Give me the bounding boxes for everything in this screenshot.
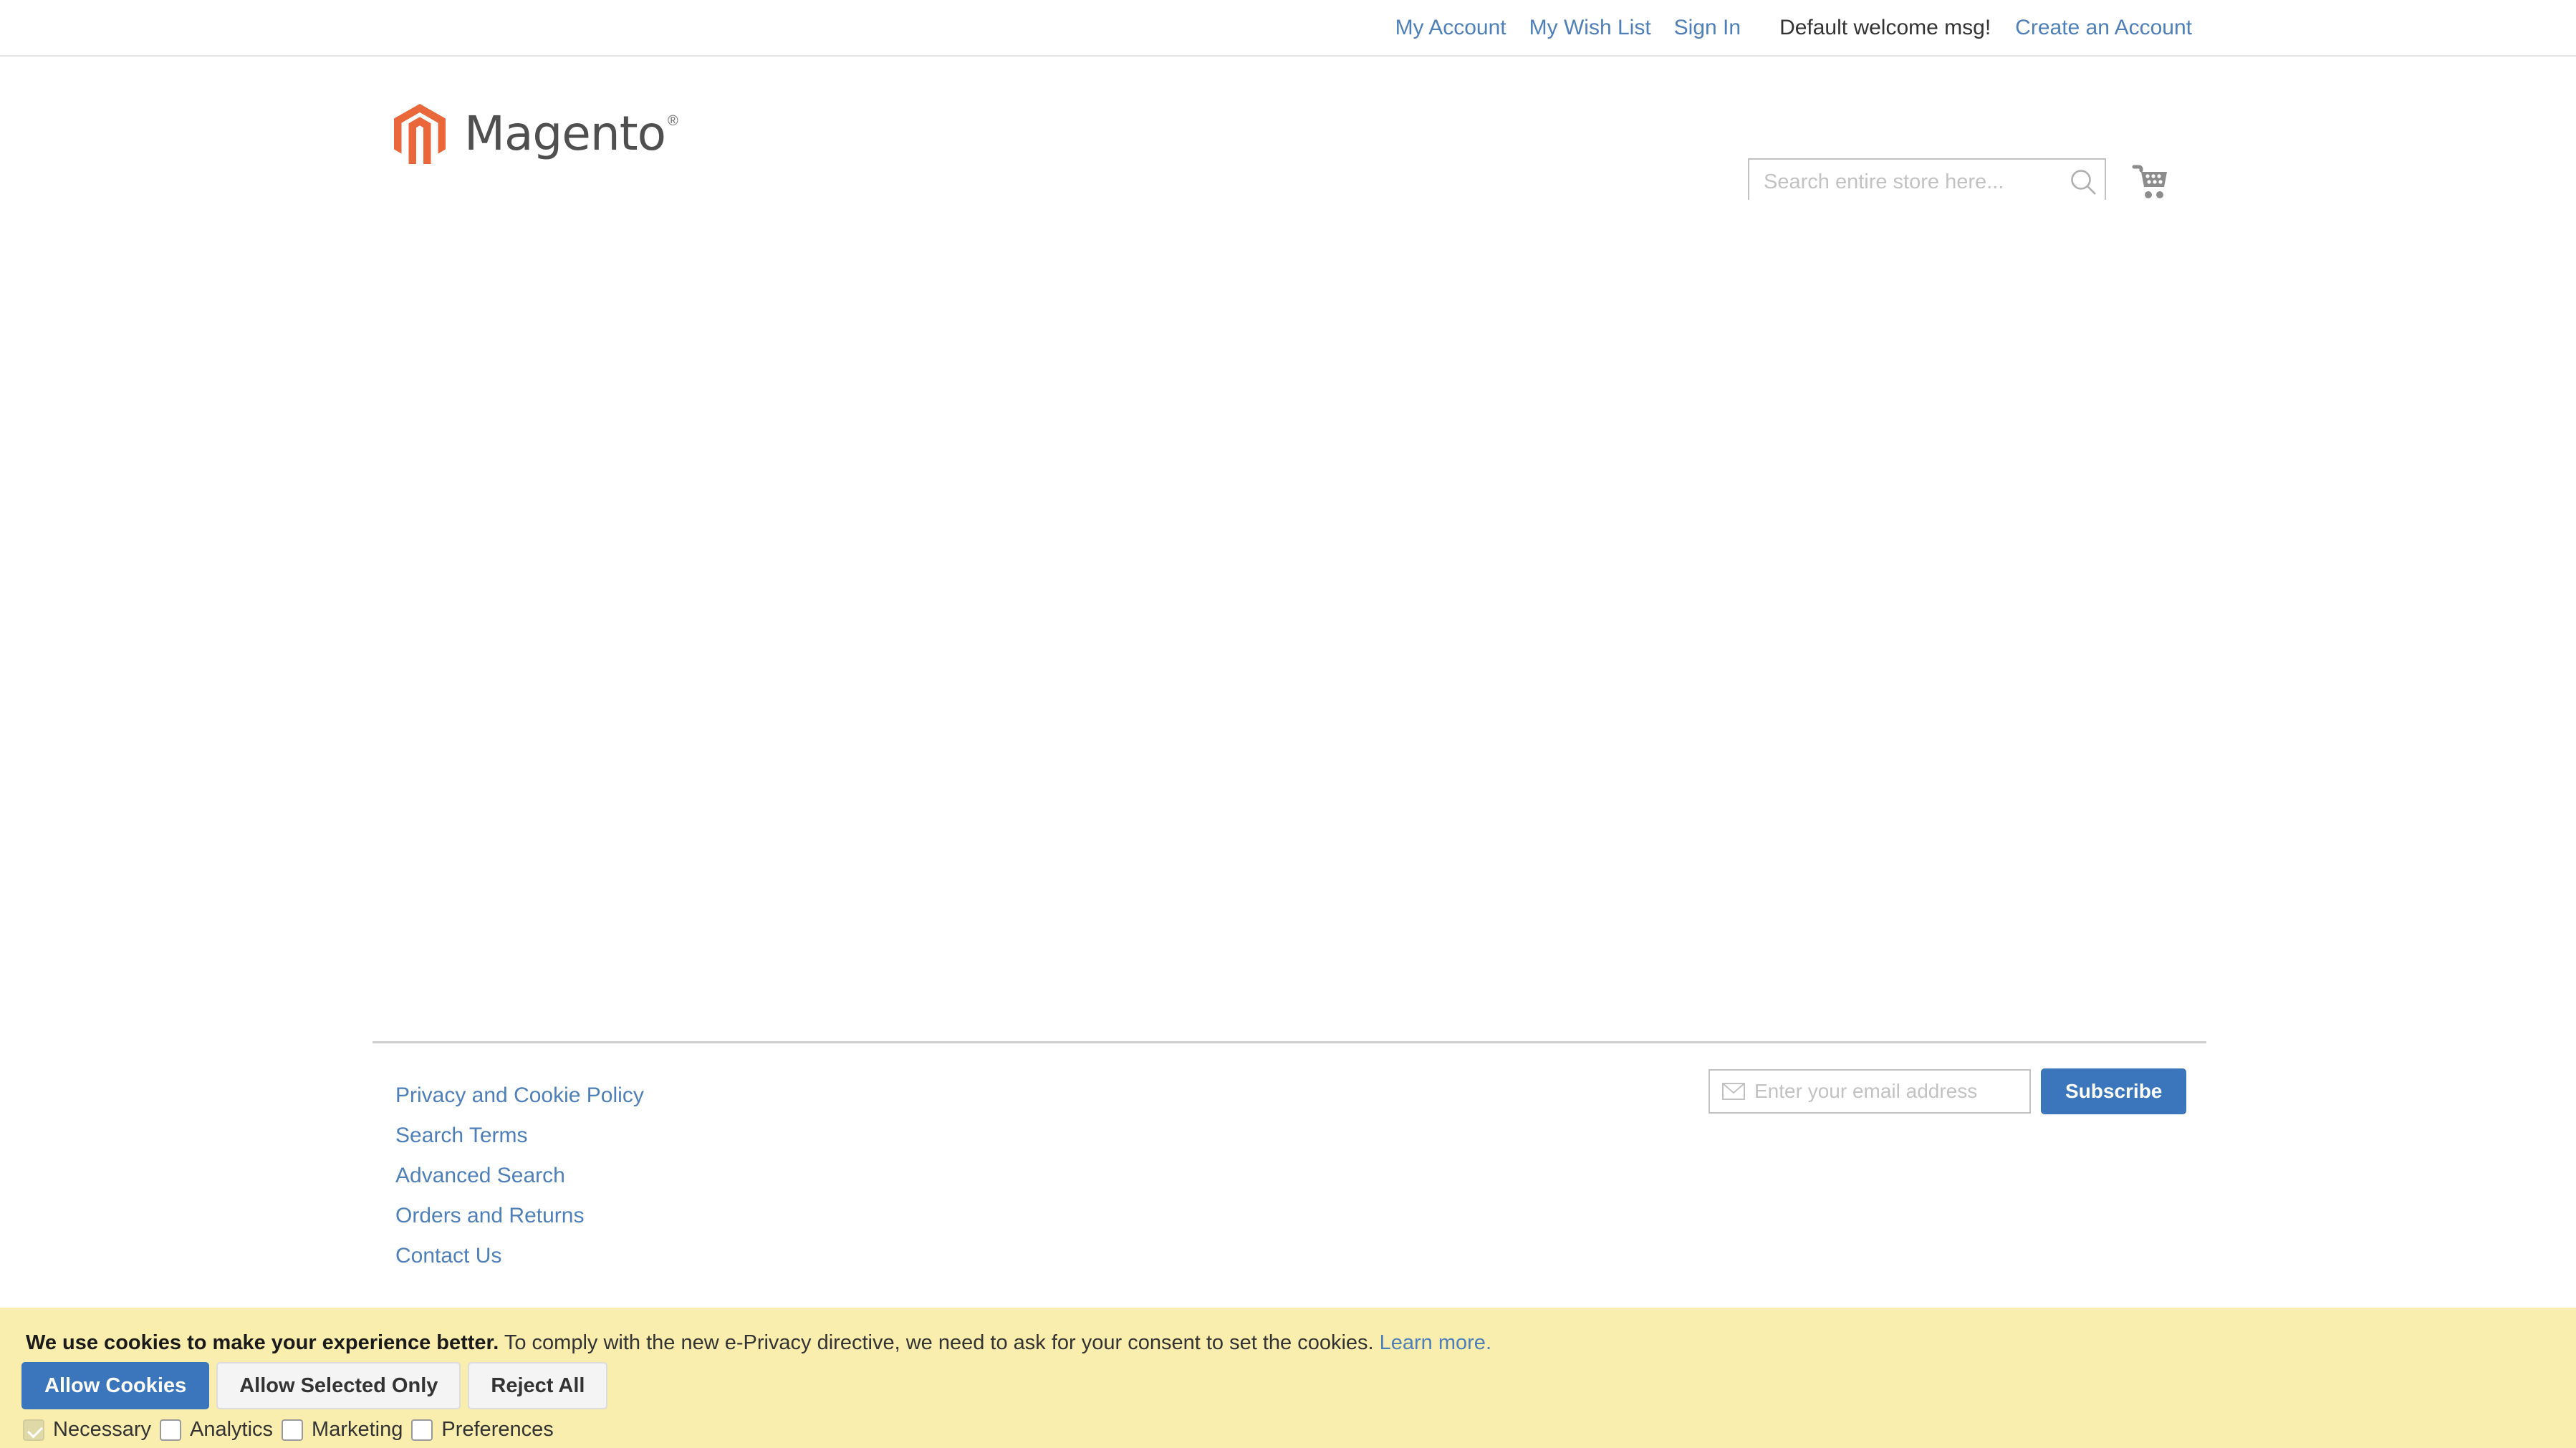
- allow-cookies-button[interactable]: Allow Cookies: [21, 1362, 210, 1409]
- subscribe-button[interactable]: Subscribe: [2041, 1068, 2187, 1114]
- footer-link-privacy-and-cookie-policy[interactable]: Privacy and Cookie Policy: [395, 1076, 644, 1116]
- learn-more-link[interactable]: Learn more.: [1380, 1331, 1491, 1354]
- footer-link-orders-and-returns[interactable]: Orders and Returns: [395, 1196, 644, 1236]
- cookie-category-necessary: Necessary: [23, 1418, 151, 1442]
- welcome-message: Default welcome msg!: [1779, 16, 1991, 39]
- cookie-consent-banner: We use cookies to make your experience b…: [0, 1308, 2576, 1448]
- my-wish-list-link[interactable]: My Wish List: [1518, 0, 1663, 55]
- create-account-link[interactable]: Create an Account: [2004, 0, 2203, 55]
- cookie-category-marketing: Marketing: [282, 1418, 403, 1442]
- list-item: Advanced Search: [395, 1156, 644, 1196]
- allow-selected-only-button[interactable]: Allow Selected Only: [216, 1362, 461, 1409]
- cookie-button-group: Allow Cookies Allow Selected Only Reject…: [21, 1362, 608, 1409]
- marketing-checkbox[interactable]: [282, 1419, 304, 1441]
- top-panel: My Account My Wish List Sign In Default …: [0, 0, 2576, 57]
- cart-icon[interactable]: [2131, 163, 2171, 203]
- cookie-category-analytics: Analytics: [160, 1418, 273, 1442]
- cookie-headline: We use cookies to make your experience b…: [26, 1331, 499, 1354]
- logo-link[interactable]: Magento ®: [394, 104, 678, 164]
- list-item: Search Terms: [395, 1116, 644, 1156]
- footer-link-contact-us[interactable]: Contact Us: [395, 1236, 644, 1276]
- storefront-page: My Account My Wish List Sign In Default …: [0, 0, 2576, 1448]
- footer-link-list: Privacy and Cookie Policy Search Terms A…: [395, 1076, 644, 1276]
- search-form: [1748, 158, 2106, 206]
- analytics-label: Analytics: [190, 1418, 274, 1441]
- footer-divider: [373, 1041, 2206, 1043]
- cookie-body: To comply with the new e-Privacy directi…: [499, 1331, 1380, 1354]
- cookie-category-group: Necessary Analytics Marketing Preference…: [23, 1418, 562, 1442]
- necessary-checkbox: [23, 1419, 44, 1441]
- top-panel-links: My Account My Wish List Sign In Default …: [1384, 0, 2203, 55]
- newsletter-form: Subscribe: [1708, 1068, 2187, 1114]
- list-item: Contact Us: [395, 1236, 644, 1276]
- footer-link-search-terms[interactable]: Search Terms: [395, 1116, 644, 1156]
- list-item: Privacy and Cookie Policy: [395, 1076, 644, 1116]
- cookie-category-preferences: Preferences: [411, 1418, 554, 1442]
- logo-wordmark: Magento ®: [464, 110, 678, 158]
- registered-mark: ®: [667, 113, 678, 129]
- cookie-message: We use cookies to make your experience b…: [26, 1331, 1491, 1356]
- marketing-label: Marketing: [312, 1418, 403, 1441]
- sign-in-link[interactable]: Sign In: [1663, 0, 1752, 55]
- analytics-checkbox[interactable]: [160, 1419, 181, 1441]
- necessary-label: Necessary: [53, 1418, 151, 1441]
- preferences-checkbox[interactable]: [411, 1419, 433, 1441]
- reject-all-button[interactable]: Reject All: [468, 1362, 608, 1409]
- envelope-icon: [1721, 1079, 1746, 1104]
- list-item: Orders and Returns: [395, 1196, 644, 1236]
- newsletter-email-input[interactable]: [1746, 1071, 2011, 1111]
- search-icon[interactable]: [2069, 168, 2099, 198]
- footer-link-advanced-search[interactable]: Advanced Search: [395, 1156, 644, 1196]
- logo-word: Magento: [464, 106, 666, 161]
- main-content: [0, 200, 2576, 1034]
- page-header: Magento ®: [0, 57, 2576, 206]
- magento-logo-icon: [394, 104, 446, 164]
- my-account-link[interactable]: My Account: [1384, 0, 1518, 55]
- page-footer: Privacy and Cookie Policy Search Terms A…: [0, 1034, 2576, 1308]
- search-input[interactable]: [1748, 158, 2106, 206]
- preferences-label: Preferences: [441, 1418, 554, 1441]
- newsletter-field: [1708, 1069, 2031, 1114]
